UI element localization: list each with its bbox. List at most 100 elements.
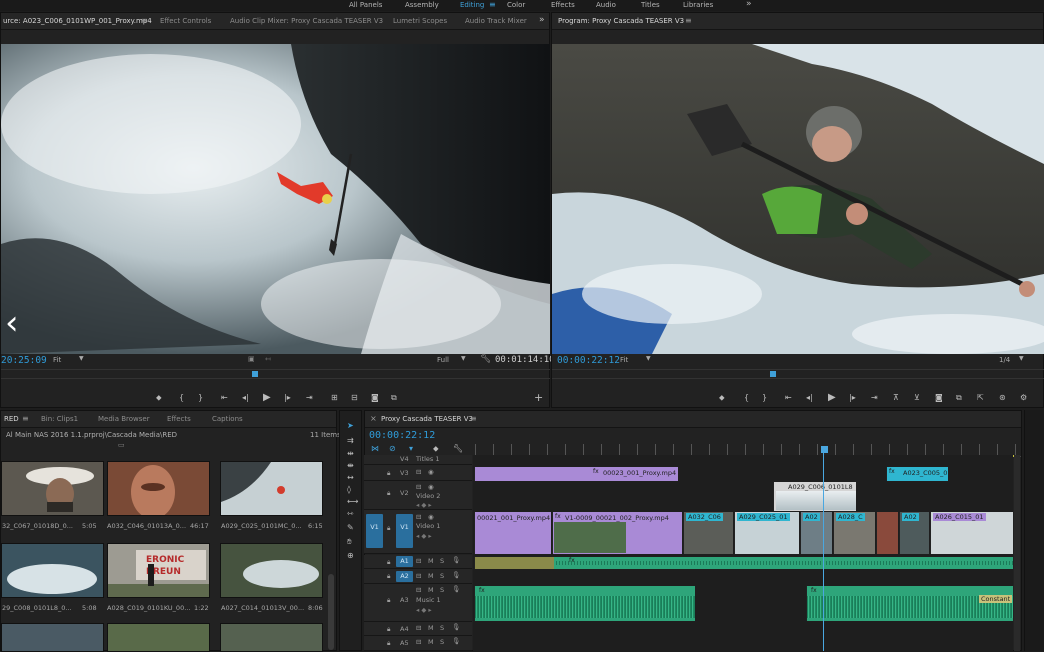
track-v3-eye-icon[interactable]: ◉: [428, 468, 434, 476]
tab-captions[interactable]: Captions: [212, 415, 243, 423]
tab-lumetri-scopes[interactable]: Lumetri Scopes: [393, 17, 447, 25]
thumbnail-partial-1[interactable]: [1, 623, 104, 652]
workspace-color[interactable]: Color: [507, 1, 525, 9]
clip-a3-music-2[interactable]: fx Constant: [806, 586, 1013, 621]
settings-icon[interactable]: ⚙︎: [1020, 393, 1027, 402]
timeline-settings-icon[interactable]: 🔧︎: [453, 444, 463, 453]
program-mark-out-icon[interactable]: }: [762, 393, 767, 402]
insert-clip-icon[interactable]: ⊞: [331, 393, 338, 402]
hand-tool-icon[interactable]: ✋︎: [347, 537, 352, 547]
program-camera-icon[interactable]: ◙: [935, 393, 943, 402]
tab-bin-clips1[interactable]: Bin: Clips1: [41, 415, 78, 423]
thumbnail-cowboy[interactable]: [1, 461, 104, 516]
extract-icon[interactable]: ⊻: [914, 393, 920, 402]
clip-v1-red[interactable]: [876, 512, 898, 554]
track-a4-label[interactable]: A4: [400, 625, 409, 633]
a2-target-toggle[interactable]: A2: [396, 571, 413, 582]
program-go-to-out-icon[interactable]: ⇥: [871, 393, 878, 402]
tab-sequence[interactable]: Proxy Cascada TEASER V3: [381, 415, 473, 423]
clip-v1-e[interactable]: A02: [800, 512, 832, 554]
clip-v1-h[interactable]: A026_C015_01: [930, 512, 1013, 554]
overwrite-clip-icon[interactable]: ⊟: [351, 393, 358, 402]
back-chevron-icon[interactable]: ‹: [5, 306, 19, 340]
timeline-vertical-scrollbar[interactable]: [1014, 455, 1020, 651]
program-step-back-icon[interactable]: ◂|: [806, 393, 813, 402]
play-icon[interactable]: ▶: [263, 392, 271, 403]
tab-menu-icon[interactable]: ≡: [141, 16, 148, 25]
linked-selection-icon[interactable]: ⊘: [389, 444, 396, 453]
snap-icon[interactable]: ⋈: [371, 444, 379, 453]
track-a2-lock-icon[interactable]: 🔒︎: [387, 572, 390, 581]
compare-view-icon[interactable]: ⧉: [956, 393, 962, 403]
clip-a1-audio[interactable]: fx: [474, 557, 1013, 569]
track-a1-mic-icon[interactable]: 🎙︎: [452, 556, 460, 564]
vr-icon[interactable]: ⊛: [999, 393, 1006, 402]
project-tab-menu-icon[interactable]: ≡: [22, 414, 29, 423]
step-back-icon[interactable]: ◂|: [242, 393, 249, 402]
selection-tool-icon[interactable]: ➤: [347, 421, 354, 430]
clip-v1-d[interactable]: A029_C025_01: [734, 512, 799, 554]
insert-icon[interactable]: ↤: [265, 355, 271, 363]
program-mark-in-icon[interactable]: {: [744, 393, 749, 402]
constant-transition-label[interactable]: Constant: [979, 595, 1013, 603]
track-a3-mic-icon[interactable]: 🎙︎: [452, 585, 460, 593]
track-a5-solo[interactable]: S: [440, 638, 444, 646]
workspace-titles[interactable]: Titles: [641, 1, 660, 9]
thumbnail-partial-2[interactable]: [107, 623, 210, 652]
track-v2-sync-icon[interactable]: ⊟: [416, 483, 421, 491]
tab-media-browser[interactable]: Media Browser: [98, 415, 150, 423]
track-a5-lock-icon[interactable]: 🔒︎: [387, 639, 390, 648]
track-a2-mic-icon[interactable]: 🎙︎: [452, 571, 460, 579]
timeline-playhead-line[interactable]: [823, 452, 824, 651]
sequence-tab-menu-icon[interactable]: ≡: [470, 414, 477, 423]
track-a2-sync-icon[interactable]: ⊟: [416, 572, 421, 580]
toggle-proxies-icon[interactable]: ⧉: [391, 393, 397, 403]
track-a3-sync-icon[interactable]: ⊟: [416, 586, 421, 594]
track-a5-label[interactable]: A5: [400, 639, 409, 647]
source-quality-dropdown[interactable]: Full: [437, 356, 449, 364]
clip-v2-a[interactable]: A029_C006_0101L8: [773, 482, 856, 511]
track-a4-solo[interactable]: S: [440, 624, 444, 632]
workspace-all-panels[interactable]: All Panels: [349, 1, 382, 9]
pen-tool-icon[interactable]: ✎: [347, 523, 354, 532]
track-a1-solo[interactable]: S: [440, 557, 444, 565]
track-v1-sync-icon[interactable]: ⊟: [416, 513, 421, 521]
track-a2-mute[interactable]: M: [428, 572, 434, 580]
clip-v1-c[interactable]: A032_C06: [683, 512, 733, 554]
clip-v3-a[interactable]: fx 00023_001_Proxy.mp4: [474, 467, 678, 481]
timeline-close-icon[interactable]: ×: [370, 414, 377, 423]
program-step-forward-icon[interactable]: |▸: [849, 393, 856, 402]
fit-dropdown-arrow-icon[interactable]: ▼: [79, 355, 84, 362]
thumbnail-kayak-waterfall[interactable]: [220, 461, 323, 516]
slide-tool-icon[interactable]: ⇿: [347, 509, 354, 518]
track-a4-mute[interactable]: M: [428, 624, 434, 632]
track-a4-mic-icon[interactable]: 🎙︎: [452, 623, 460, 631]
tab-program[interactable]: Program: Proxy Cascada TEASER V3: [558, 17, 684, 25]
program-go-to-in-icon[interactable]: ⇤: [785, 393, 792, 402]
track-a3-lock-icon[interactable]: 🔒︎: [387, 596, 390, 605]
workspace-editing[interactable]: Editing: [460, 1, 484, 9]
track-v3-sync-icon[interactable]: ⊟: [416, 468, 421, 476]
rolling-edit-tool-icon[interactable]: ⇼: [347, 461, 354, 470]
clip-v3-b[interactable]: fx A023_C005_0: [886, 467, 948, 481]
zoom-tool-icon[interactable]: ⊕: [347, 551, 354, 560]
track-a3-label[interactable]: A3: [400, 596, 409, 604]
camera-icon[interactable]: ◙: [371, 393, 379, 402]
export-icon[interactable]: ⇱: [977, 393, 984, 402]
track-v1-lock-icon[interactable]: 🔒︎: [387, 524, 390, 533]
go-to-in-icon[interactable]: ⇤: [221, 393, 228, 402]
button-editor-icon[interactable]: +: [534, 391, 543, 404]
source-fit-dropdown[interactable]: Fit: [53, 356, 61, 364]
tab-audio-track-mixer[interactable]: Audio Track Mixer: [465, 17, 527, 25]
thumbnail-partial-3[interactable]: [220, 623, 323, 652]
quality-dropdown-arrow-icon[interactable]: ▼: [461, 355, 466, 362]
export-frame-icon[interactable]: ▣: [248, 355, 255, 363]
workspace-assembly[interactable]: Assembly: [405, 1, 439, 9]
track-a1-lock-icon[interactable]: 🔒︎: [387, 558, 390, 567]
go-to-out-icon[interactable]: ⇥: [306, 393, 313, 402]
ripple-edit-tool-icon[interactable]: ⇹: [347, 449, 354, 458]
tabs-overflow-icon[interactable]: »: [539, 15, 545, 25]
source-playhead[interactable]: [252, 371, 258, 377]
step-forward-icon[interactable]: |▸: [284, 393, 291, 402]
source-video-frame[interactable]: ‹: [1, 44, 550, 354]
